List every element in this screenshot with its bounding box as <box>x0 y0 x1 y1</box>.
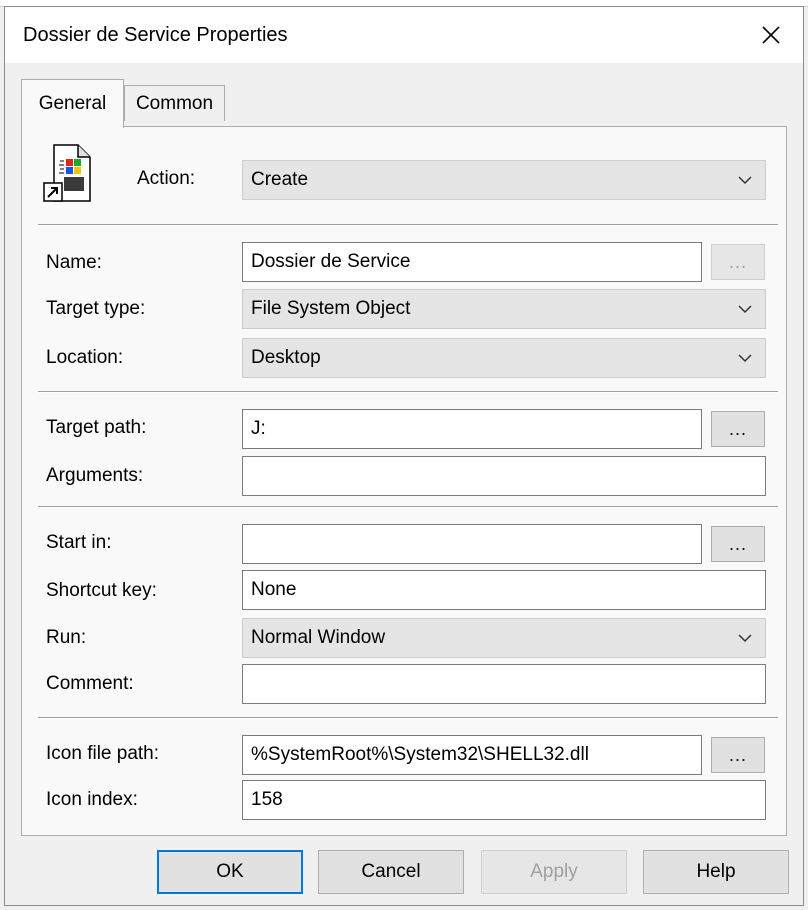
tab-common[interactable]: Common <box>124 85 225 121</box>
chevron-down-icon <box>738 354 752 363</box>
shortcut-key-value: None <box>251 579 297 600</box>
location-label: Location: <box>46 347 124 368</box>
icon-index-value: 158 <box>251 789 283 810</box>
ok-button[interactable]: OK <box>157 850 303 894</box>
action-value: Create <box>251 169 309 190</box>
tab-general[interactable]: General <box>21 79 124 128</box>
general-panel: Action: Create Name: Dossier de Service … <box>21 126 787 836</box>
chevron-down-icon <box>738 176 752 185</box>
chevron-down-icon <box>738 634 752 643</box>
target-path-label: Target path: <box>46 417 147 438</box>
dialog-title: Dossier de Service Properties <box>23 24 288 46</box>
start-in-browse-label: ... <box>728 533 747 554</box>
shortcut-icon <box>42 143 94 203</box>
run-label: Run: <box>46 627 87 648</box>
run-value: Normal Window <box>251 627 386 648</box>
location-value: Desktop <box>251 347 321 368</box>
cancel-label: Cancel <box>361 861 421 882</box>
target-type-label: Target type: <box>46 298 146 319</box>
cancel-button[interactable]: Cancel <box>318 850 464 894</box>
icon-file-path-label: Icon file path: <box>46 743 160 764</box>
location-dropdown[interactable]: Desktop <box>242 338 766 378</box>
comment-label: Comment: <box>46 673 134 694</box>
tab-common-label: Common <box>135 92 214 114</box>
separator <box>38 717 778 719</box>
apply-label: Apply <box>530 861 578 882</box>
title-bar: Dossier de Service Properties <box>5 7 803 63</box>
help-button[interactable]: Help <box>643 850 789 894</box>
close-button[interactable] <box>739 7 803 63</box>
name-label: Name: <box>46 252 102 273</box>
chevron-down-icon <box>738 305 752 314</box>
start-in-label: Start in: <box>46 532 112 553</box>
icon-file-path-browse-label: ... <box>728 744 747 765</box>
name-browse-label: ... <box>728 251 747 272</box>
target-path-browse-label: ... <box>728 418 747 439</box>
comment-input[interactable] <box>242 664 766 704</box>
separator <box>38 224 778 226</box>
icon-file-path-browse-button[interactable]: ... <box>711 737 765 773</box>
separator <box>38 391 778 393</box>
arguments-label: Arguments: <box>46 465 144 486</box>
shortcut-key-input[interactable]: None <box>242 570 766 610</box>
target-type-value: File System Object <box>251 298 411 319</box>
icon-file-path-value: %SystemRoot%\System32\SHELL32.dll <box>251 744 589 765</box>
icon-index-input[interactable]: 158 <box>242 780 766 820</box>
name-browse-button[interactable]: ... <box>711 244 765 280</box>
help-label: Help <box>696 861 736 882</box>
target-type-dropdown[interactable]: File System Object <box>242 289 766 329</box>
separator <box>38 506 778 508</box>
icon-index-label: Icon index: <box>46 789 138 810</box>
apply-button[interactable]: Apply <box>481 850 627 894</box>
start-in-input[interactable] <box>242 524 702 564</box>
close-icon <box>762 26 780 44</box>
tab-general-label: General <box>38 93 107 114</box>
run-dropdown[interactable]: Normal Window <box>242 618 766 658</box>
arguments-input[interactable] <box>242 456 766 496</box>
start-in-browse-button[interactable]: ... <box>711 526 765 562</box>
shortcut-key-label: Shortcut key: <box>46 580 157 601</box>
name-input[interactable]: Dossier de Service <box>242 242 702 282</box>
target-path-browse-button[interactable]: ... <box>711 411 765 447</box>
properties-dialog: Dossier de Service Properties General Co… <box>4 6 804 906</box>
target-path-value: J: <box>251 418 266 439</box>
ok-label: OK <box>216 861 244 882</box>
name-value: Dossier de Service <box>251 251 411 272</box>
icon-file-path-input[interactable]: %SystemRoot%\System32\SHELL32.dll <box>242 735 702 775</box>
target-path-input[interactable]: J: <box>242 409 702 449</box>
action-dropdown[interactable]: Create <box>242 160 766 200</box>
action-label: Action: <box>137 168 196 189</box>
